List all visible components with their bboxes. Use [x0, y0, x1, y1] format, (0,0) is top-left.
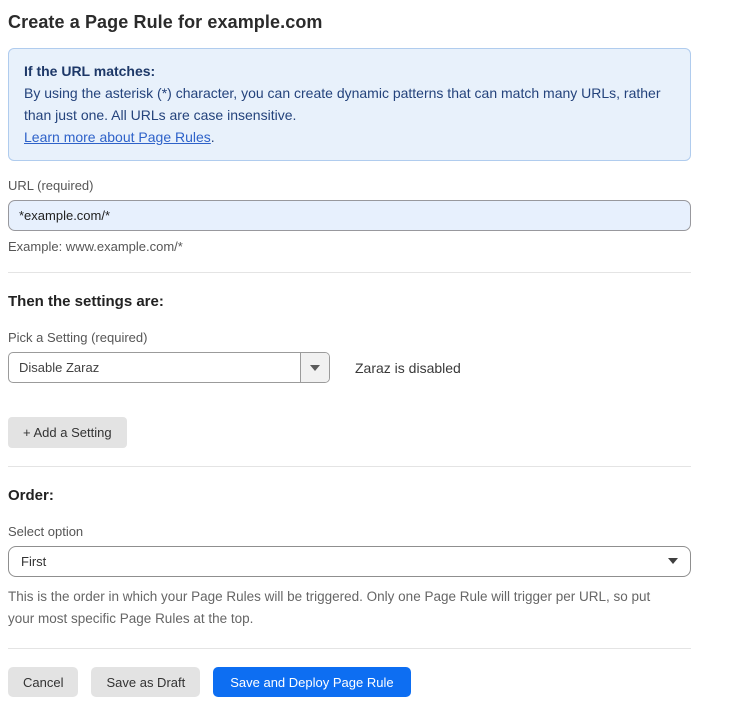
order-section-heading: Order: [8, 487, 691, 504]
add-setting-button[interactable]: + Add a Setting [8, 417, 127, 448]
info-box-body-text: By using the asterisk (*) character, you… [24, 85, 661, 123]
page-rule-form: Create a Page Rule for example.com If th… [0, 0, 750, 717]
order-help-text: This is the order in which your Page Rul… [8, 586, 680, 630]
setting-dropdown-value: Disable Zaraz [9, 353, 300, 382]
url-field-label: URL (required) [8, 178, 691, 193]
setting-status-text: Zaraz is disabled [355, 360, 461, 376]
cancel-button[interactable]: Cancel [8, 667, 78, 697]
divider [8, 272, 691, 273]
save-and-deploy-button[interactable]: Save and Deploy Page Rule [213, 667, 410, 697]
learn-more-link[interactable]: Learn more about Page Rules [24, 129, 211, 145]
setting-picker-label: Pick a Setting (required) [8, 330, 691, 345]
settings-section-heading: Then the settings are: [8, 293, 691, 310]
setting-dropdown[interactable]: Disable Zaraz [8, 352, 330, 383]
page-title: Create a Page Rule for example.com [8, 12, 691, 33]
url-example-text: Example: www.example.com/* [8, 239, 691, 254]
chevron-down-icon [668, 558, 678, 564]
link-period: . [211, 129, 215, 145]
info-box-body: By using the asterisk (*) character, you… [24, 82, 675, 126]
url-input[interactable] [8, 200, 691, 231]
divider [8, 466, 691, 467]
form-actions: Cancel Save as Draft Save and Deploy Pag… [8, 667, 691, 697]
info-box-link-line: Learn more about Page Rules. [24, 126, 675, 148]
chevron-down-icon [310, 365, 320, 371]
order-select-label: Select option [8, 524, 691, 539]
setting-dropdown-arrow-button[interactable] [300, 353, 329, 382]
save-as-draft-button[interactable]: Save as Draft [91, 667, 200, 697]
order-select[interactable]: First [8, 546, 691, 577]
url-match-info-box: If the URL matches: By using the asteris… [8, 48, 691, 161]
order-select-wrap: First [8, 546, 691, 577]
order-select-value: First [21, 554, 46, 569]
info-box-heading: If the URL matches: [24, 60, 675, 82]
setting-picker-row: Disable Zaraz Zaraz is disabled [8, 352, 691, 383]
divider [8, 648, 691, 649]
